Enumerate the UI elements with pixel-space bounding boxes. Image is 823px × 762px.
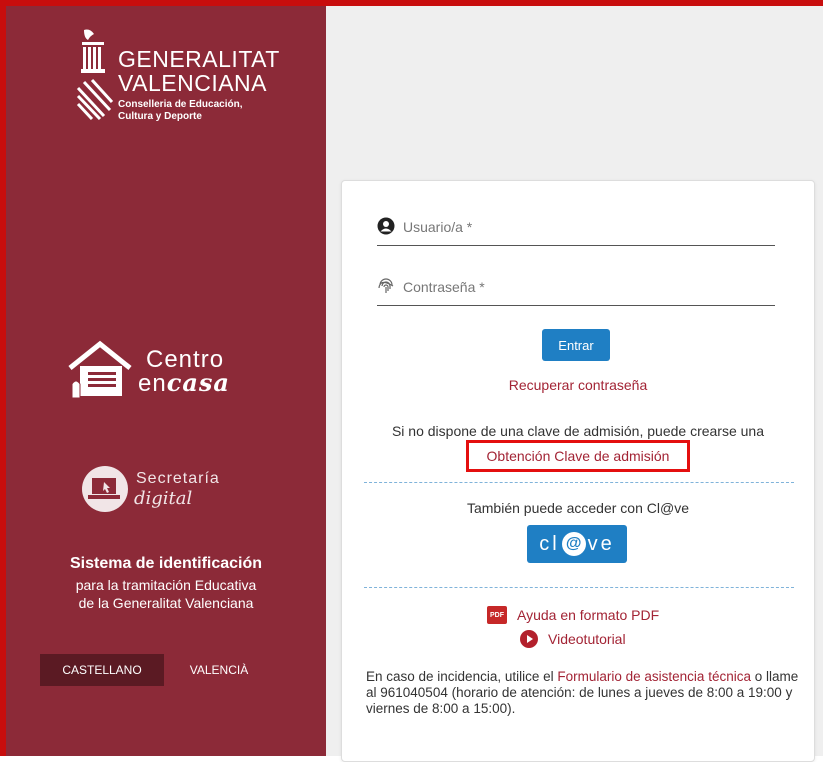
system-subtitle-line2: de la Generalitat Valenciana bbox=[78, 595, 254, 611]
video-tutorial-row[interactable]: Videotutorial bbox=[520, 629, 626, 649]
obtain-key-link[interactable]: Obtención Clave de admisión bbox=[487, 448, 670, 464]
pdf-help-link[interactable]: Ayuda en formato PDF bbox=[517, 607, 659, 623]
incidence-text: En caso de incidencia, utilice el Formul… bbox=[366, 669, 806, 717]
clave-text-b: ve bbox=[587, 532, 615, 555]
digital-text: digital bbox=[134, 488, 193, 509]
divider bbox=[364, 587, 794, 588]
support-form-link[interactable]: Formulario de asistencia técnica bbox=[557, 669, 751, 684]
brand-name-line1: GENERALITAT bbox=[118, 46, 280, 72]
conselleria-line1: Conselleria de Educación, bbox=[118, 99, 243, 110]
pdf-help-row[interactable]: PDF Ayuda en formato PDF bbox=[487, 605, 659, 625]
centro-en-casa-logo: Centro encasa bbox=[66, 332, 266, 412]
password-input[interactable] bbox=[401, 275, 765, 299]
login-card: Entrar Recuperar contraseña Si no dispon… bbox=[341, 180, 815, 762]
sidebar: GENERALITAT VALENCIANA Conselleria de Ed… bbox=[6, 6, 326, 756]
system-subtitle-line1: para la tramitación Educativa bbox=[75, 577, 257, 593]
en-casa-text: encasa bbox=[138, 368, 230, 397]
submit-button[interactable]: Entrar bbox=[542, 329, 610, 361]
fingerprint-icon bbox=[378, 278, 394, 293]
recover-password-link[interactable]: Recuperar contraseña bbox=[342, 377, 814, 393]
clave-at-icon: @ bbox=[561, 532, 586, 556]
obtain-key-highlight: Obtención Clave de admisión bbox=[466, 440, 690, 472]
username-field[interactable] bbox=[377, 211, 775, 246]
clave-text-a: cl bbox=[539, 532, 560, 555]
language-valencia-button[interactable]: VALENCIÀ bbox=[164, 654, 274, 686]
laptop-icon bbox=[82, 466, 128, 512]
no-key-text: Si no dispone de una clave de admisión, … bbox=[391, 423, 765, 439]
incidence-prefix: En caso de incidencia, utilice el bbox=[366, 669, 558, 684]
clave-info-text: También puede acceder con Cl@ve bbox=[466, 500, 689, 516]
pdf-icon: PDF bbox=[487, 606, 507, 624]
coat-of-arms-icon bbox=[76, 29, 114, 120]
password-field[interactable] bbox=[377, 271, 775, 306]
clave-login-button[interactable]: cl @ ve bbox=[527, 525, 627, 563]
language-castellano-button[interactable]: CASTELLANO bbox=[40, 654, 164, 686]
brand-name-line2: VALENCIANA bbox=[118, 70, 268, 96]
generalitat-logo: GENERALITAT VALENCIANA Conselleria de Ed… bbox=[74, 28, 294, 138]
conselleria-line2: Cultura y Deporte bbox=[118, 111, 202, 122]
play-icon bbox=[520, 630, 538, 648]
system-title: Sistema de identificación bbox=[69, 555, 263, 572]
secretaria-digital-logo: Secretaría digital bbox=[80, 458, 280, 528]
video-tutorial-link[interactable]: Videotutorial bbox=[548, 631, 626, 647]
secretaria-text: Secretaría bbox=[136, 470, 220, 487]
main-area: Entrar Recuperar contraseña Si no dispon… bbox=[326, 6, 823, 762]
username-input[interactable] bbox=[401, 215, 765, 239]
house-icon bbox=[68, 340, 132, 399]
divider bbox=[364, 482, 794, 483]
user-icon bbox=[377, 217, 395, 235]
